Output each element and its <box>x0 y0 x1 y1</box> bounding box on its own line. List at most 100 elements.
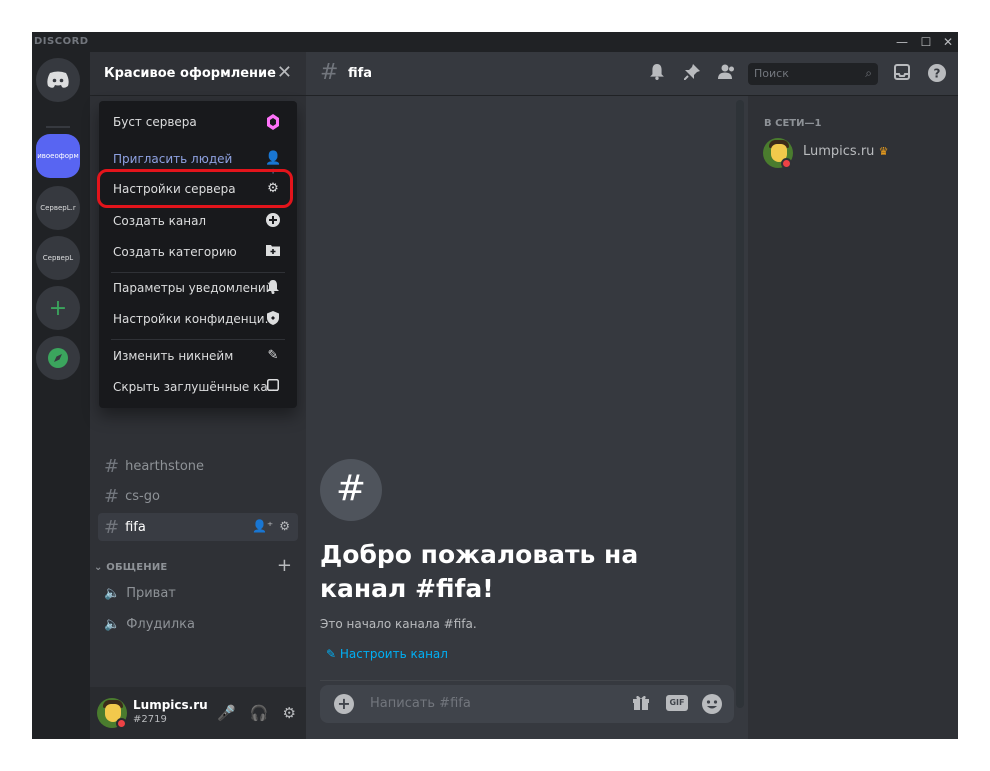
search-input[interactable]: Поиск ⌕ <box>748 63 878 85</box>
microphone-icon[interactable]: 🎤 <box>217 704 236 722</box>
status-dnd-icon <box>116 718 127 729</box>
folder-plus-icon <box>265 244 281 260</box>
channel-name: cs-go <box>125 488 160 504</box>
hash-icon: # <box>104 455 120 477</box>
inbox-icon[interactable] <box>894 64 910 84</box>
highlight-box <box>97 169 293 208</box>
speaker-icon: 🔈 <box>104 585 121 601</box>
channel-name: fifa <box>125 519 146 535</box>
add-channel-button[interactable]: + <box>277 555 292 576</box>
menu-item-label: Настройки конфиденци... <box>113 312 277 326</box>
pin-icon[interactable] <box>683 64 700 84</box>
crown-icon: ♛ <box>878 145 889 158</box>
server-icon-active[interactable]: ивоеоформ <box>36 134 80 178</box>
scrollbar[interactable] <box>736 100 744 708</box>
headphones-icon[interactable]: 🎧 <box>250 704 269 722</box>
username: Lumpics.ru <box>133 698 208 712</box>
close-icon[interactable]: ✕ <box>277 62 292 83</box>
menu-item-hide-muted[interactable]: Скрыть заглушённые ка... <box>107 372 289 402</box>
message-composer[interactable]: + Написать #fifa GIF <box>320 685 734 723</box>
divider <box>320 680 720 681</box>
server-icon[interactable]: СерверL <box>36 236 80 280</box>
member-name: Lumpics.ru <box>803 144 875 159</box>
invite-people-icon: 👤⁺ <box>265 151 282 182</box>
home-button[interactable] <box>36 58 80 102</box>
members-list-icon[interactable] <box>718 64 736 84</box>
explore-compass-icon <box>48 348 68 368</box>
menu-item-label: Скрыть заглушённые ка... <box>113 380 280 394</box>
menu-item-notifications[interactable]: Параметры уведомлений <box>107 273 289 303</box>
channel-title: fifa <box>348 66 373 81</box>
welcome-title: Добро пожаловать на канал #fifa! <box>320 540 639 603</box>
menu-separator <box>111 339 285 340</box>
channel-cs-go[interactable]: # cs-go <box>98 482 298 510</box>
guild-title: Красивое оформление <box>104 66 276 81</box>
gif-button[interactable]: GIF <box>666 695 688 711</box>
checkbox-icon[interactable] <box>265 379 281 395</box>
server-rail: ивоеоформ СерверL.r СерверL + <box>32 52 84 739</box>
discord-window: DISCORD — ☐ ✕ ивоеоформ СерверL.r Сервер… <box>32 32 958 739</box>
emoji-icon[interactable] <box>702 694 722 718</box>
member-item[interactable]: Lumpics.ru ♛ <box>803 144 888 159</box>
user-tag: #2719 <box>133 714 167 725</box>
channel-name: Приват <box>126 585 176 601</box>
category-general[interactable]: ⌄ ОБЩЕНИЕ <box>94 562 167 573</box>
bell-icon <box>265 280 281 296</box>
chat-area: # fifa Поиск ⌕ ? # Добро пожаловать на к… <box>306 52 958 739</box>
category-name: ОБЩЕНИЕ <box>106 562 168 573</box>
menu-item-label: Создать канал <box>113 214 207 228</box>
gear-icon[interactable]: ⚙ <box>279 519 290 533</box>
menu-item-label: Пригласить людей <box>113 152 233 166</box>
maximize-button[interactable]: ☐ <box>916 34 936 50</box>
user-panel: Lumpics.ru #2719 🎤 🎧 ⚙ <box>90 687 306 739</box>
voice-channel-private[interactable]: 🔈 Приват <box>98 579 298 607</box>
app-brand: DISCORD <box>34 36 89 47</box>
help-icon[interactable]: ? <box>928 64 946 86</box>
menu-item-privacy[interactable]: Настройки конфиденци... <box>107 304 289 334</box>
member-category: В СЕТИ—1 <box>764 118 822 129</box>
minimize-button[interactable]: — <box>892 34 912 50</box>
channel-fifa[interactable]: # fifa 👤⁺ ⚙ <box>98 513 298 541</box>
hash-icon: # <box>104 485 120 507</box>
menu-item-create-channel[interactable]: Создать канал <box>107 206 289 236</box>
search-icon: ⌕ <box>865 66 872 80</box>
voice-channel-flood[interactable]: 🔈 Флудилка <box>98 610 298 638</box>
menu-item-label: Создать категорию <box>113 245 237 259</box>
server-icon[interactable]: СерверL.r <box>36 186 80 230</box>
gift-icon[interactable] <box>632 694 650 714</box>
channel-hearthstone[interactable]: # hearthstone <box>98 452 298 480</box>
chevron-down-icon: ⌄ <box>94 562 103 573</box>
attach-plus-icon[interactable]: + <box>334 694 354 714</box>
setup-channel-link[interactable]: ✎ Настроить канал <box>326 647 448 661</box>
close-window-button[interactable]: ✕ <box>938 34 958 50</box>
add-server-button[interactable]: + <box>36 286 80 330</box>
channel-hash-icon: # <box>320 459 382 521</box>
guild-header[interactable]: Красивое оформление ✕ <box>90 52 306 96</box>
channel-name: Флудилка <box>126 616 195 632</box>
link-label: Настроить канал <box>339 647 448 661</box>
boost-gem-icon <box>265 114 281 130</box>
menu-item-label: Изменить никнейм <box>113 349 234 363</box>
hash-icon: # <box>104 516 120 538</box>
welcome-subtitle: Это начало канала #fifa. <box>320 617 477 631</box>
add-server-icon: + <box>48 295 68 321</box>
member-list: В СЕТИ—1 Lumpics.ru ♛ <box>748 96 958 739</box>
menu-item-boost[interactable]: Буст сервера <box>107 107 289 137</box>
menu-item-label: Параметры уведомлений <box>113 281 274 295</box>
bell-icon[interactable] <box>650 64 664 84</box>
hash-icon: # <box>320 60 339 85</box>
pencil-icon: ✎ <box>326 647 340 661</box>
rail-separator <box>46 126 70 128</box>
menu-item-change-nickname[interactable]: Изменить никнейм ✎ <box>107 341 289 371</box>
server-dropdown-menu: Буст сервера Пригласить людей 👤⁺ Настрой… <box>99 101 297 408</box>
message-input[interactable]: Написать #fifa <box>370 696 471 711</box>
svg-text:?: ? <box>934 67 941 81</box>
gear-icon[interactable]: ⚙ <box>283 704 296 722</box>
invite-people-icon[interactable]: 👤⁺ <box>252 519 273 533</box>
discord-logo-icon <box>47 71 69 88</box>
explore-servers-button[interactable] <box>36 336 80 380</box>
channel-name: hearthstone <box>125 458 205 474</box>
menu-item-create-category[interactable]: Создать категорию <box>107 237 289 267</box>
chat-header: # fifa Поиск ⌕ ? <box>306 52 958 96</box>
pencil-icon: ✎ <box>267 348 279 363</box>
